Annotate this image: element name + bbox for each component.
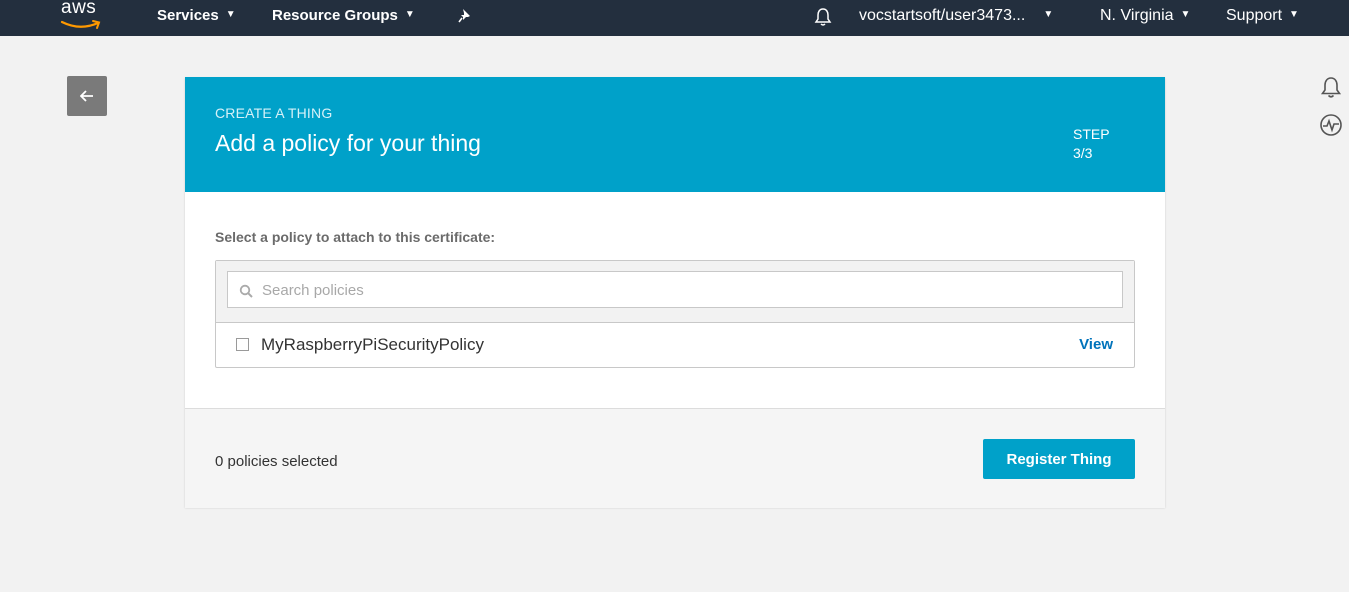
- select-policy-label: Select a policy to attach to this certif…: [215, 229, 496, 245]
- account-menu[interactable]: vocstartsoft/user3473... ▼: [859, 0, 1053, 34]
- register-thing-button[interactable]: Register Thing: [983, 439, 1135, 479]
- aws-logo-text: aws: [61, 0, 97, 18]
- wizard-header: CREATE A THING Add a policy for your thi…: [185, 77, 1165, 192]
- bell-icon[interactable]: [1319, 75, 1343, 99]
- bell-icon[interactable]: [814, 7, 832, 27]
- policy-name: MyRaspberryPiSecurityPolicy: [261, 335, 484, 354]
- step-indicator: STEP 3/3: [1073, 125, 1110, 163]
- policy-list-box: Search policies MyRaspberryPiSecurityPol…: [215, 260, 1135, 368]
- wizard-footer: 0 policies selected Register Thing: [185, 408, 1165, 508]
- create-thing-wizard-card: CREATE A THING Add a policy for your thi…: [185, 77, 1165, 508]
- search-placeholder: Search policies: [262, 282, 364, 299]
- support-label: Support: [1226, 7, 1283, 25]
- services-label: Services: [157, 7, 219, 24]
- view-policy-link[interactable]: View: [1079, 336, 1113, 353]
- step-label: STEP: [1073, 126, 1110, 142]
- chevron-down-icon: ▼: [225, 9, 236, 21]
- aws-smile-icon: [60, 20, 101, 29]
- services-menu[interactable]: Services ▼: [157, 0, 236, 34]
- pulse-icon[interactable]: [1319, 113, 1343, 137]
- region-label: N. Virginia: [1100, 7, 1174, 25]
- chevron-down-icon: ▼: [404, 9, 415, 21]
- arrow-left-icon: [80, 90, 93, 102]
- selected-count: 0 policies selected: [215, 453, 338, 470]
- region-menu[interactable]: N. Virginia ▼: [1100, 0, 1190, 34]
- top-navigation-bar: aws Services ▼ Resource Groups ▼ vocstarts…: [0, 0, 1349, 36]
- chevron-down-icon: ▼: [1043, 9, 1054, 20]
- pin-icon[interactable]: [457, 8, 473, 24]
- aws-logo[interactable]: aws: [58, 0, 104, 34]
- resource-groups-label: Resource Groups: [272, 7, 398, 24]
- support-menu[interactable]: Support ▼: [1226, 0, 1299, 34]
- account-label: vocstartsoft/user3473...: [859, 7, 1026, 25]
- chevron-down-icon: ▼: [1180, 9, 1191, 20]
- step-value: 3/3: [1073, 145, 1093, 161]
- search-icon: [239, 284, 253, 298]
- search-input[interactable]: Search policies: [227, 271, 1123, 308]
- page-title: Add a policy for your thing: [215, 130, 481, 156]
- wizard-eyebrow: CREATE A THING: [215, 105, 333, 121]
- chevron-down-icon: ▼: [1289, 9, 1299, 20]
- policy-checkbox[interactable]: [236, 338, 249, 351]
- policy-row[interactable]: MyRaspberryPiSecurityPolicy View: [216, 322, 1134, 367]
- back-button[interactable]: [67, 76, 107, 116]
- search-wrapper: Search policies: [216, 261, 1134, 323]
- resource-groups-menu[interactable]: Resource Groups ▼: [272, 0, 415, 34]
